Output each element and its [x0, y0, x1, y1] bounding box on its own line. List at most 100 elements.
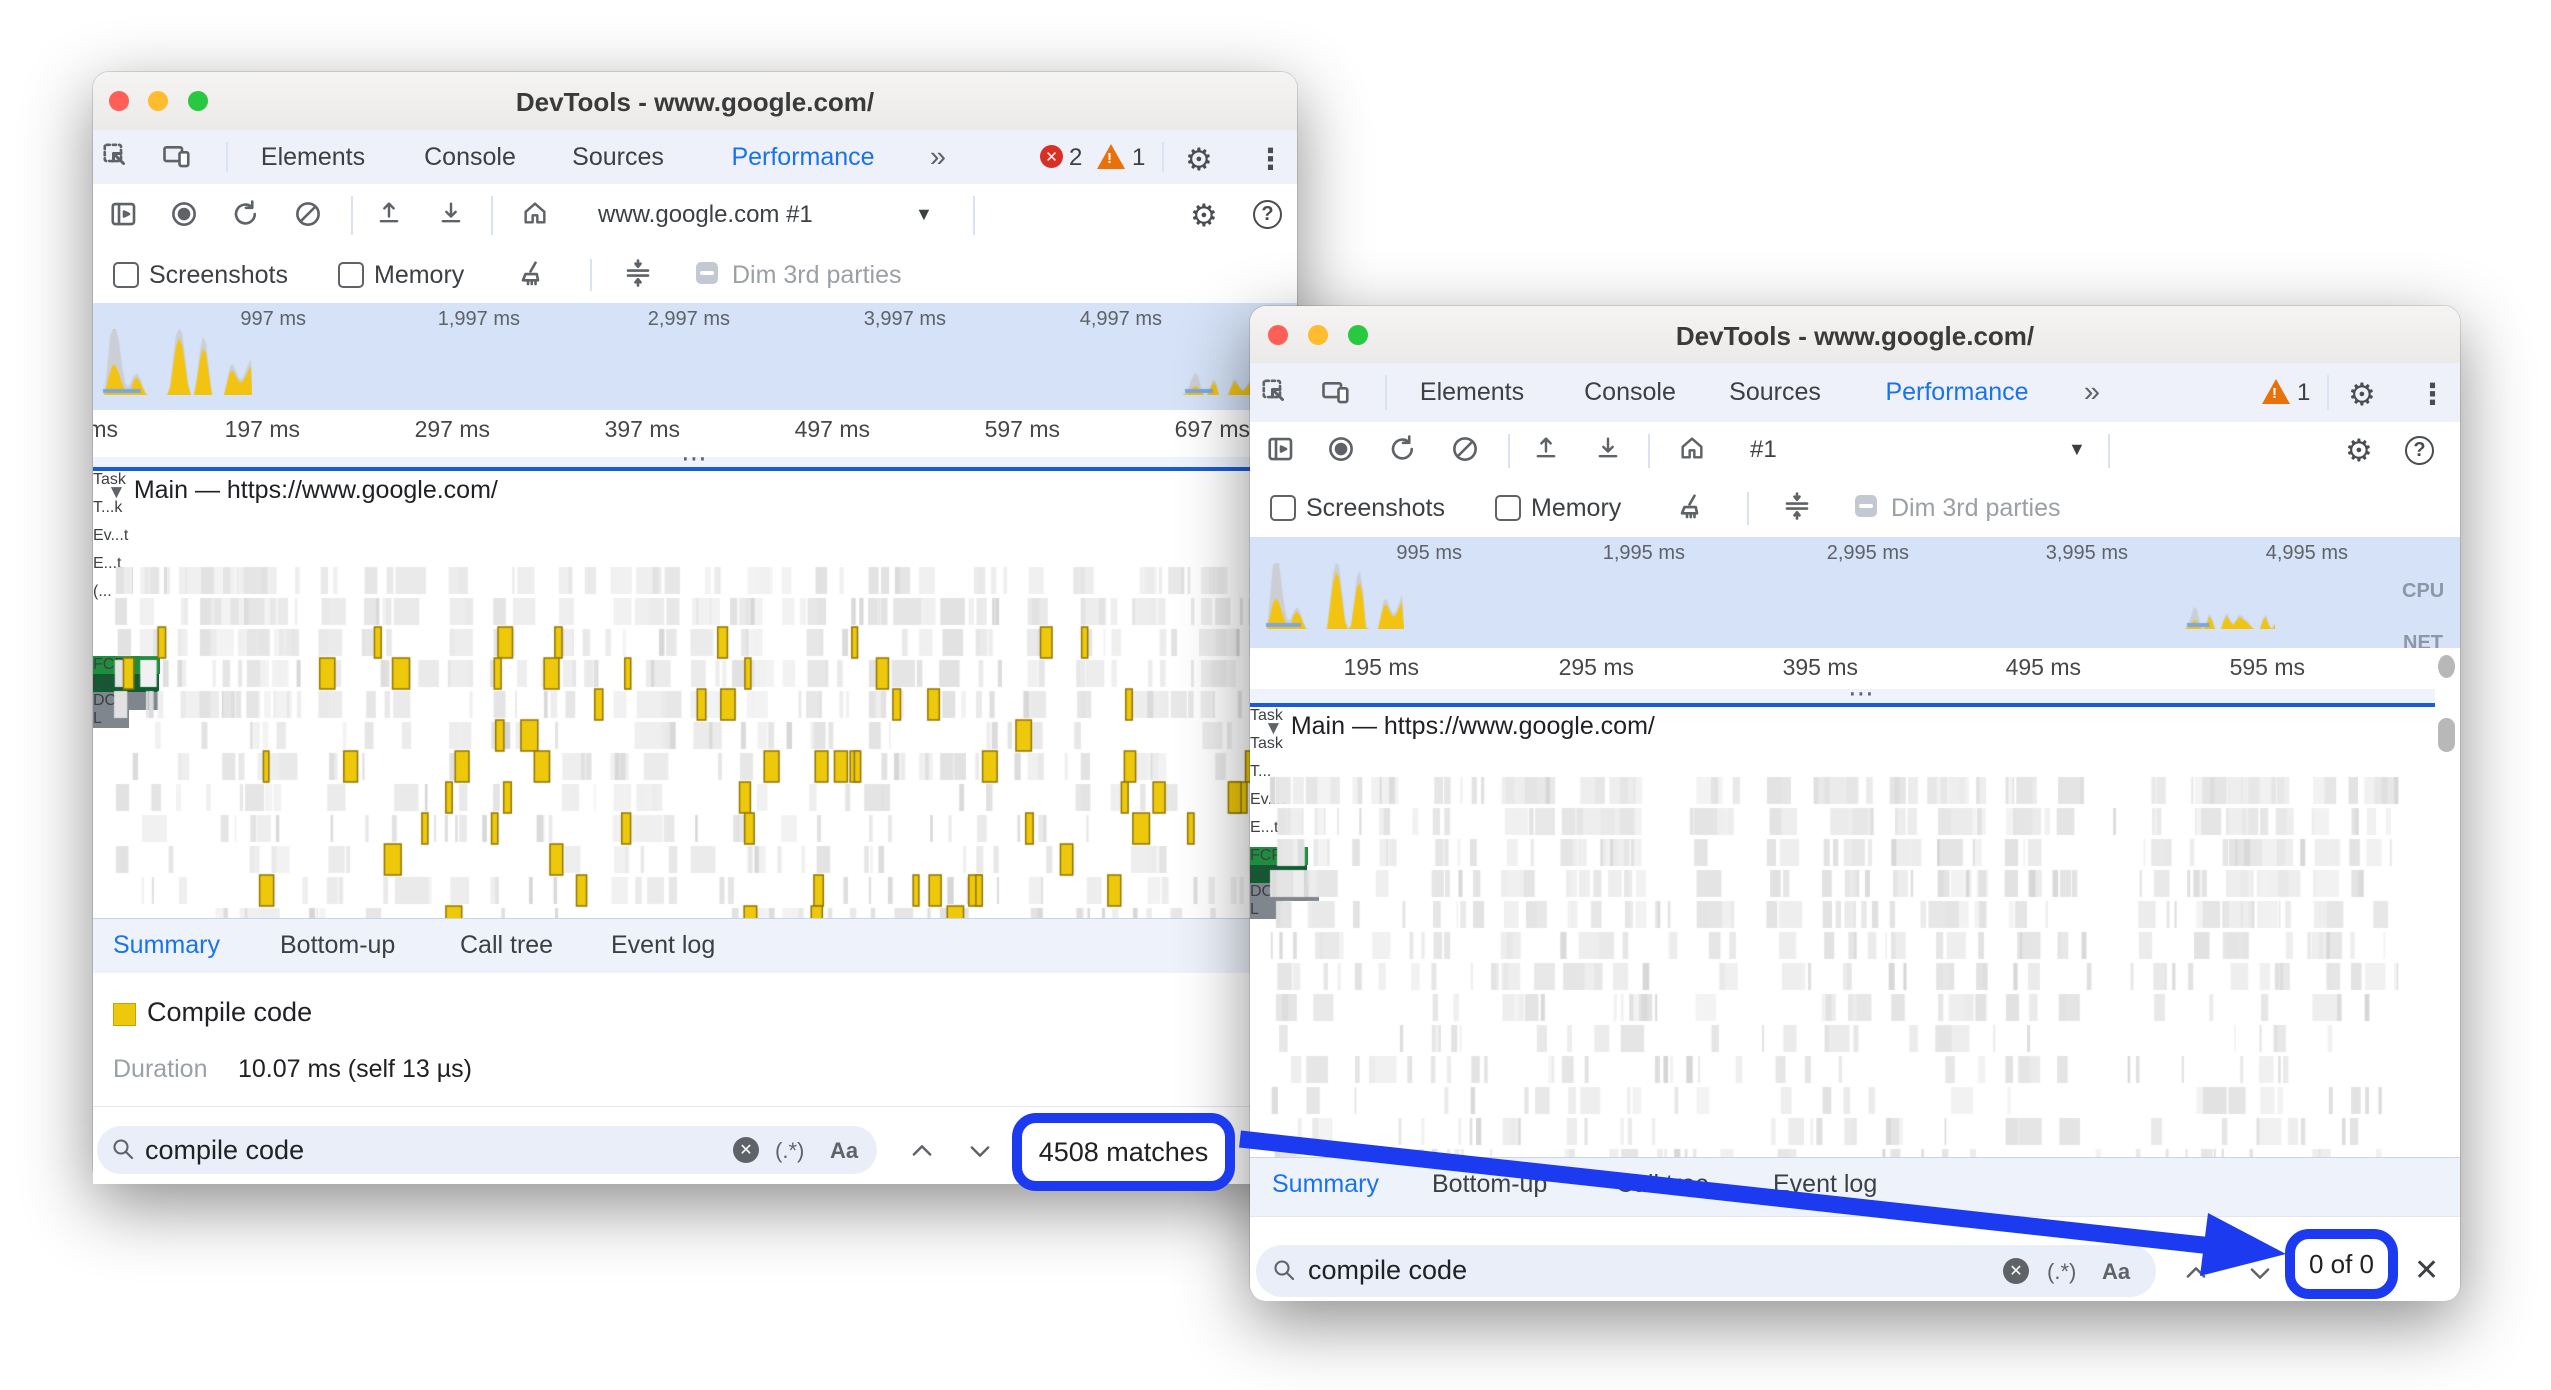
overview-time-label: 997 ms — [93, 308, 306, 331]
inspect-icon[interactable] — [101, 141, 131, 171]
track-header[interactable]: ▼Main — https://www.google.com/ — [1264, 712, 1655, 741]
error-badge-icon[interactable]: ✕ — [1040, 145, 1063, 168]
track-expand-icon[interactable]: ▼ — [107, 482, 126, 503]
overview-time-label: 2,995 ms — [1689, 542, 1909, 565]
close-search-icon[interactable]: ✕ — [2414, 1253, 2439, 1288]
ruler-time-label: 697 ms — [1030, 416, 1250, 443]
flame-scrollbar[interactable] — [2438, 718, 2455, 752]
w1-tab-console[interactable]: Console — [424, 130, 516, 184]
device-toolbar-icon[interactable] — [161, 141, 193, 171]
memory-label: Memory — [1531, 494, 1621, 523]
w2-tab-elements[interactable]: Elements — [1420, 363, 1524, 422]
collapse-sections-icon[interactable] — [623, 258, 653, 288]
clear-search-icon[interactable]: ✕ — [2003, 1258, 2029, 1284]
details-tab-call-tree[interactable]: Call tree — [1616, 1170, 1709, 1199]
regex-toggle[interactable]: (.*) — [2047, 1259, 2076, 1285]
clear-search-icon[interactable]: ✕ — [733, 1137, 759, 1163]
clear-icon[interactable] — [1450, 434, 1480, 464]
w1-tab-sources[interactable]: Sources — [572, 130, 664, 184]
history-select-arrow-icon[interactable]: ▼ — [915, 204, 933, 225]
next-match-icon[interactable] — [2246, 1259, 2274, 1292]
inspect-icon[interactable] — [1260, 377, 1290, 407]
previous-match-icon[interactable] — [2182, 1259, 2210, 1292]
help-icon[interactable]: ? — [1253, 200, 1282, 229]
w2-tab-sources[interactable]: Sources — [1729, 363, 1821, 422]
capture-settings-gear-icon[interactable]: ⚙ — [1190, 198, 1218, 234]
show-sidebar-icon[interactable] — [1266, 434, 1296, 464]
scrollbar-dot[interactable] — [2438, 655, 2455, 678]
kebab-menu-icon[interactable]: ⋮ — [1256, 142, 1285, 177]
timeline-overview[interactable]: 995 ms1,995 ms2,995 ms3,995 ms4,995 msCP… — [1250, 537, 2460, 648]
details-tab-summary[interactable]: Summary — [1272, 1170, 1379, 1199]
history-select[interactable]: #1 — [1750, 436, 1777, 464]
record-icon[interactable] — [169, 199, 199, 229]
w2-tab-console[interactable]: Console — [1584, 363, 1676, 422]
match-case-toggle[interactable]: Aa — [2102, 1259, 2130, 1285]
history-select-arrow-icon[interactable]: ▼ — [2068, 439, 2086, 460]
w1-tab-elements[interactable]: Elements — [261, 130, 365, 184]
regex-toggle[interactable]: (.*) — [775, 1138, 804, 1164]
previous-match-icon[interactable] — [908, 1137, 936, 1170]
screenshots-checkbox[interactable] — [1270, 495, 1296, 521]
details-tab-bottom-up[interactable]: Bottom-up — [280, 931, 395, 960]
track-divider[interactable]: ⋯ — [1250, 684, 2460, 707]
save-profile-icon[interactable] — [1594, 434, 1622, 462]
dim-3rd-parties-checkbox[interactable] — [696, 262, 718, 284]
screenshots-checkbox[interactable] — [113, 262, 139, 288]
clear-icon[interactable] — [293, 199, 323, 229]
record-icon[interactable] — [1326, 434, 1356, 464]
search-query[interactable]: compile code — [145, 1135, 304, 1166]
warning-icon[interactable] — [2262, 379, 2290, 404]
settings-gear-icon[interactable]: ⚙ — [1185, 142, 1213, 178]
more-tabs-button[interactable]: » — [2084, 363, 2100, 422]
memory-checkbox[interactable] — [338, 262, 364, 288]
device-toolbar-icon[interactable] — [1320, 377, 1352, 407]
more-tabs-button[interactable]: » — [930, 130, 946, 184]
load-profile-icon[interactable] — [1532, 434, 1560, 462]
capture-settings-gear-icon[interactable]: ⚙ — [2345, 433, 2373, 469]
error-count[interactable]: 2 — [1069, 144, 1082, 172]
details-tab-bottom-up[interactable]: Bottom-up — [1432, 1170, 1547, 1199]
match-case-toggle[interactable]: Aa — [830, 1138, 858, 1164]
flame-chart[interactable]: ▼Main — https://www.google.com/TaskTaskT… — [1250, 707, 2460, 1157]
title-bar[interactable]: DevTools - www.google.com/ — [1250, 306, 2460, 364]
history-select[interactable]: www.google.com #1 — [598, 201, 813, 229]
timeline-ruler: 195 ms295 ms395 ms495 ms595 ms — [1250, 648, 2460, 685]
collapse-sections-icon[interactable] — [1782, 491, 1812, 521]
summary-event-name: Compile code — [147, 997, 312, 1028]
timeline-overview[interactable]: 997 ms1,997 ms2,997 ms3,997 ms4,997 ms — [93, 303, 1297, 410]
flame-chart-canvas[interactable] — [1255, 707, 2435, 1157]
gc-broom-icon[interactable] — [518, 259, 548, 289]
track-divider[interactable]: ⋯ — [93, 452, 1297, 471]
gc-broom-icon[interactable] — [1677, 492, 1707, 522]
details-tab-event-log[interactable]: Event log — [1773, 1170, 1877, 1199]
reload-and-record-icon[interactable] — [1388, 434, 1418, 464]
panel-tab-bar: » 1 ⚙ ⋮ Elements Console Sources Performanc… — [1250, 363, 2460, 423]
w2-tab-performance[interactable]: Performance — [1885, 363, 2028, 422]
show-sidebar-icon[interactable] — [109, 199, 139, 229]
title-bar[interactable]: DevTools - www.google.com/ — [93, 72, 1297, 131]
search-query[interactable]: compile code — [1308, 1255, 1467, 1286]
load-profile-icon[interactable] — [375, 199, 403, 227]
warning-count[interactable]: 1 — [2297, 379, 2310, 407]
dim-3rd-parties-checkbox[interactable] — [1855, 495, 1877, 517]
track-expand-icon[interactable]: ▼ — [1264, 718, 1283, 739]
live-metrics-icon[interactable] — [521, 199, 549, 227]
flame-chart[interactable]: ▼Main — https://www.google.com/TaskT...k… — [93, 471, 1297, 918]
next-match-icon[interactable] — [966, 1137, 994, 1170]
reload-and-record-icon[interactable] — [231, 199, 261, 229]
live-metrics-icon[interactable] — [1678, 434, 1706, 462]
save-profile-icon[interactable] — [437, 199, 465, 227]
details-tab-event-log[interactable]: Event log — [611, 931, 715, 960]
kebab-menu-icon[interactable]: ⋮ — [2418, 377, 2447, 412]
warning-icon[interactable] — [1097, 144, 1125, 169]
details-tab-call-tree[interactable]: Call tree — [460, 931, 553, 960]
flame-chart-canvas[interactable] — [98, 471, 1292, 918]
help-icon[interactable]: ? — [2405, 436, 2434, 465]
details-tab-summary[interactable]: Summary — [113, 931, 220, 960]
warning-count[interactable]: 1 — [1132, 144, 1145, 172]
track-header[interactable]: ▼Main — https://www.google.com/ — [107, 476, 498, 505]
settings-gear-icon[interactable]: ⚙ — [2348, 377, 2376, 413]
memory-checkbox[interactable] — [1495, 495, 1521, 521]
w1-tab-performance[interactable]: Performance — [731, 130, 874, 184]
